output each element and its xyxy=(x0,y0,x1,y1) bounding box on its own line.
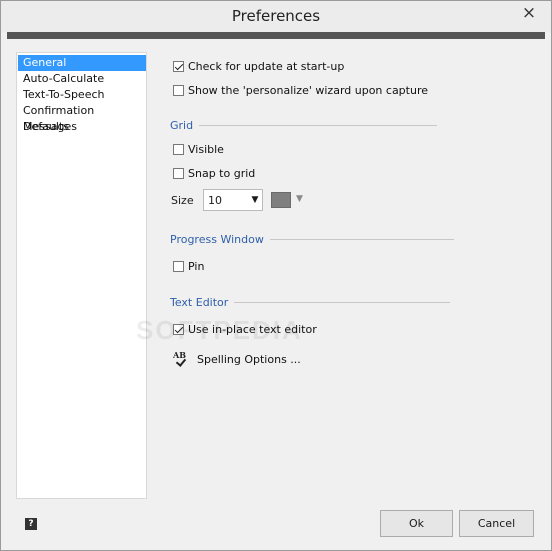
personalize-wizard-option[interactable]: Show the 'personalize' wizard upon captu… xyxy=(173,82,428,98)
pin-checkbox[interactable] xyxy=(173,260,184,272)
grid-visible-option[interactable]: Visible xyxy=(173,141,224,157)
check-update-checkbox[interactable] xyxy=(173,60,184,72)
title-bar: Preferences × xyxy=(1,1,551,32)
check-update-label: Check for update at start-up xyxy=(188,59,345,73)
nav-item-defaults[interactable]: Defaults xyxy=(18,119,146,135)
grid-size-dropdown[interactable]: 10 ▼ xyxy=(203,189,263,211)
snap-to-grid-option[interactable]: Snap to grid xyxy=(173,165,255,181)
category-list[interactable]: General Auto-Calculate Text-To-Speech Co… xyxy=(16,52,147,499)
grid-group-header: Grid xyxy=(170,118,438,132)
accent-bar xyxy=(7,32,545,39)
personalize-wizard-label: Show the 'personalize' wizard upon captu… xyxy=(188,83,429,97)
nav-item-confirmation-messages[interactable]: Confirmation Messages xyxy=(18,103,146,133)
text-editor-group-header: Text Editor xyxy=(170,295,451,309)
grid-visible-label: Visible xyxy=(188,142,224,156)
grid-size-value: 10 xyxy=(208,193,222,207)
snap-to-grid-checkbox[interactable] xyxy=(173,167,184,179)
grid-divider xyxy=(199,124,438,126)
nav-item-text-to-speech[interactable]: Text-To-Speech xyxy=(18,87,146,103)
grid-visible-checkbox[interactable] xyxy=(173,143,184,155)
nav-item-auto-calculate[interactable]: Auto-Calculate xyxy=(18,71,146,87)
dialog-footer: ? Ok Cancel xyxy=(1,499,551,550)
color-dropdown-arrow-icon[interactable]: ▼ xyxy=(296,194,303,204)
progress-window-divider xyxy=(269,238,454,240)
preferences-window: Preferences × General Auto-Calculate Tex… xyxy=(0,0,552,551)
personalize-wizard-checkbox[interactable] xyxy=(173,84,184,96)
in-place-editor-option[interactable]: Use in-place text editor xyxy=(173,321,317,337)
progress-window-group-title: Progress Window xyxy=(170,232,264,246)
in-place-editor-label: Use in-place text editor xyxy=(188,322,317,336)
in-place-editor-checkbox[interactable] xyxy=(173,323,184,335)
cancel-button[interactable]: Cancel xyxy=(459,510,534,537)
spelling-options-label: Spelling Options ... xyxy=(197,352,301,366)
window-title: Preferences xyxy=(231,7,321,25)
progress-window-group-header: Progress Window xyxy=(170,232,454,246)
pin-label: Pin xyxy=(188,259,205,273)
grid-group-title: Grid xyxy=(170,118,194,132)
ok-button[interactable]: Ok xyxy=(380,510,453,537)
chevron-down-icon: ▼ xyxy=(251,195,259,205)
grid-color-swatch[interactable] xyxy=(271,192,291,208)
close-button[interactable]: × xyxy=(514,3,544,24)
spelling-options-link[interactable]: AB Spelling Options ... xyxy=(173,350,301,368)
spell-check-icon: AB xyxy=(173,350,195,368)
settings-panel: Check for update at start-up Show the 'p… xyxy=(147,52,538,499)
grid-size-label: Size xyxy=(171,194,194,207)
pin-option[interactable]: Pin xyxy=(173,258,204,274)
help-icon[interactable]: ? xyxy=(25,518,37,530)
nav-item-general[interactable]: General xyxy=(18,55,146,71)
text-editor-group-title: Text Editor xyxy=(170,295,229,309)
check-update-option[interactable]: Check for update at start-up xyxy=(173,58,344,74)
text-editor-divider xyxy=(234,301,451,303)
snap-to-grid-label: Snap to grid xyxy=(188,166,256,180)
